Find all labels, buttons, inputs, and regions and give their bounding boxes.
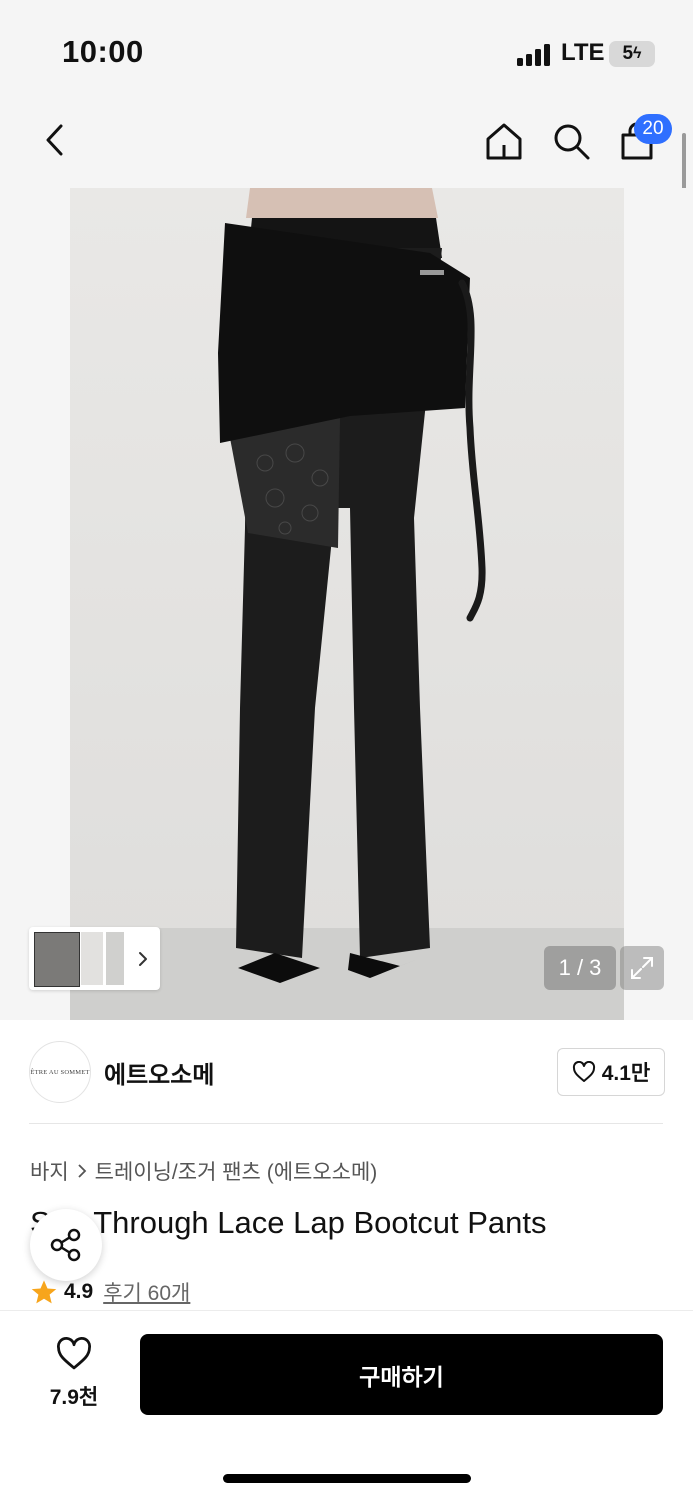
share-icon — [50, 1228, 81, 1262]
brand-like-count: 4.1만 — [601, 1062, 651, 1085]
network-label: LTE — [561, 39, 605, 66]
charging-icon: ϟ — [633, 45, 642, 62]
brand-like-button[interactable]: 4.1만 — [557, 1048, 665, 1096]
battery-level: 5 — [622, 43, 634, 64]
thumbnail-1[interactable] — [34, 932, 80, 987]
thumbnail-3[interactable] — [106, 932, 124, 985]
wishlist-count: 7.9천 — [49, 1386, 99, 1409]
home-indicator[interactable] — [223, 1474, 471, 1483]
chevron-right-icon — [78, 1164, 86, 1178]
brand-logo[interactable]: ÊTRE AU SOMMET — [29, 1041, 91, 1103]
chevron-right-icon[interactable] — [137, 951, 149, 967]
expand-button[interactable] — [620, 946, 664, 990]
expand-icon — [631, 957, 653, 979]
buy-button[interactable]: 구매하기 — [140, 1334, 663, 1415]
home-icon — [486, 123, 522, 160]
heart-icon — [572, 1061, 595, 1082]
thumbnail-strip[interactable] — [29, 927, 160, 990]
status-time: 10:00 — [62, 34, 144, 69]
back-button[interactable] — [34, 120, 74, 160]
star-icon — [31, 1280, 57, 1304]
thumbnail-2[interactable] — [81, 932, 103, 985]
search-icon — [554, 124, 590, 160]
review-link[interactable]: 후기 60개 — [103, 1277, 190, 1307]
rating-value: 4.9 — [64, 1280, 94, 1303]
cart-count-badge: 20 — [634, 114, 672, 144]
share-button[interactable] — [30, 1209, 102, 1281]
product-title: See Through Lace Lap Bootcut Pants — [30, 1205, 547, 1240]
rating-row: 4.9 후기 60개 — [30, 1277, 190, 1307]
product-image[interactable] — [70, 188, 624, 1020]
heart-icon — [57, 1337, 91, 1370]
breadcrumb-category[interactable]: 바지 — [30, 1156, 69, 1186]
chevron-left-icon — [46, 124, 63, 156]
wishlist-button[interactable]: 7.9천 — [40, 1337, 108, 1411]
image-counter: 1 / 3 — [544, 946, 616, 990]
home-button[interactable] — [481, 118, 527, 164]
signal-icon — [517, 44, 553, 66]
breadcrumb: 바지 트레이닝/조거 팬츠 (에트오소메) — [30, 1156, 377, 1186]
search-button[interactable] — [548, 118, 594, 164]
divider — [29, 1123, 663, 1124]
breadcrumb-subcategory[interactable]: 트레이닝/조거 팬츠 (에트오소메) — [95, 1156, 378, 1186]
product-photo — [70, 188, 624, 1020]
brand-name[interactable]: 에트오소메 — [104, 1055, 214, 1090]
battery-icon: 5ϟ — [609, 41, 655, 67]
